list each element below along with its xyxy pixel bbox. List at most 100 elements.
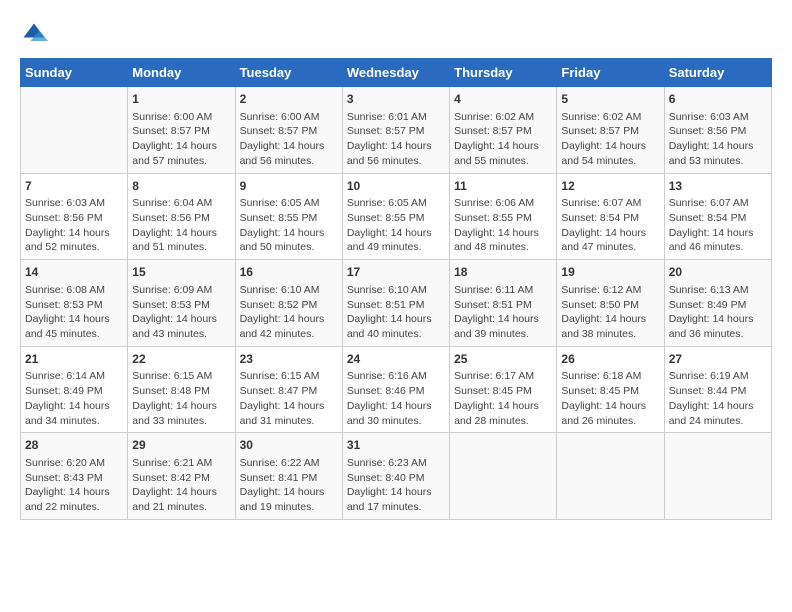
day-number: 1 xyxy=(132,91,230,108)
day-number: 5 xyxy=(561,91,659,108)
header-wednesday: Wednesday xyxy=(342,59,449,87)
week-row-1: 1 Sunrise: 6:00 AM Sunset: 8:57 PM Daylig… xyxy=(21,87,772,174)
day-content: Sunrise: 6:08 AM Sunset: 8:53 PM Dayligh… xyxy=(25,283,123,342)
day-content: Sunrise: 6:15 AM Sunset: 8:47 PM Dayligh… xyxy=(240,369,338,428)
calendar-cell: 22Sunrise: 6:15 AM Sunset: 8:48 PM Dayli… xyxy=(128,346,235,433)
calendar-cell: 18 Sunrise: 6:11 AM Sunset: 8:51 PM Dayli… xyxy=(450,260,557,347)
day-number: 11 xyxy=(454,178,552,195)
day-number: 9 xyxy=(240,178,338,195)
day-number: 30 xyxy=(240,437,338,454)
calendar-cell: 6 Sunrise: 6:03 AM Sunset: 8:56 PM Daylig… xyxy=(664,87,771,174)
day-number: 23 xyxy=(240,351,338,368)
day-number: 28 xyxy=(25,437,123,454)
day-content: Sunrise: 6:04 AM Sunset: 8:56 PM Dayligh… xyxy=(132,196,230,255)
day-content: Sunrise: 6:05 AM Sunset: 8:55 PM Dayligh… xyxy=(240,196,338,255)
day-content: Sunrise: 6:09 AM Sunset: 8:53 PM Dayligh… xyxy=(132,283,230,342)
calendar-cell: 3 Sunrise: 6:01 AM Sunset: 8:57 PM Daylig… xyxy=(342,87,449,174)
logo-icon xyxy=(20,20,48,48)
calendar-cell: 27Sunrise: 6:19 AM Sunset: 8:44 PM Dayli… xyxy=(664,346,771,433)
calendar-cell: 23Sunrise: 6:15 AM Sunset: 8:47 PM Dayli… xyxy=(235,346,342,433)
day-content: Sunrise: 6:13 AM Sunset: 8:49 PM Dayligh… xyxy=(669,283,767,342)
day-number: 10 xyxy=(347,178,445,195)
calendar-cell: 10Sunrise: 6:05 AM Sunset: 8:55 PM Dayli… xyxy=(342,173,449,260)
day-number: 2 xyxy=(240,91,338,108)
calendar-cell: 16 Sunrise: 6:10 AM Sunset: 8:52 PM Dayli… xyxy=(235,260,342,347)
calendar-cell: 29 Sunrise: 6:21 AM Sunset: 8:42 PM Dayli… xyxy=(128,433,235,520)
day-content: Sunrise: 6:10 AM Sunset: 8:51 PM Dayligh… xyxy=(347,283,445,342)
header-saturday: Saturday xyxy=(664,59,771,87)
day-content: Sunrise: 6:21 AM Sunset: 8:42 PM Dayligh… xyxy=(132,456,230,515)
page-header xyxy=(20,20,772,48)
day-number: 14 xyxy=(25,264,123,281)
day-number: 3 xyxy=(347,91,445,108)
day-number: 13 xyxy=(669,178,767,195)
calendar-cell: 17 Sunrise: 6:10 AM Sunset: 8:51 PM Dayli… xyxy=(342,260,449,347)
calendar-cell: 1 Sunrise: 6:00 AM Sunset: 8:57 PM Daylig… xyxy=(128,87,235,174)
calendar-cell: 2 Sunrise: 6:00 AM Sunset: 8:57 PM Daylig… xyxy=(235,87,342,174)
calendar-cell xyxy=(450,433,557,520)
day-content: Sunrise: 6:15 AM Sunset: 8:48 PM Dayligh… xyxy=(132,369,230,428)
day-number: 16 xyxy=(240,264,338,281)
calendar-cell xyxy=(664,433,771,520)
header-row: SundayMondayTuesdayWednesdayThursdayFrid… xyxy=(21,59,772,87)
day-number: 24 xyxy=(347,351,445,368)
calendar-cell: 19 Sunrise: 6:12 AM Sunset: 8:50 PM Dayli… xyxy=(557,260,664,347)
day-number: 15 xyxy=(132,264,230,281)
week-row-5: 28 Sunrise: 6:20 AM Sunset: 8:43 PM Dayli… xyxy=(21,433,772,520)
day-number: 31 xyxy=(347,437,445,454)
day-content: Sunrise: 6:20 AM Sunset: 8:43 PM Dayligh… xyxy=(25,456,123,515)
day-content: Sunrise: 6:10 AM Sunset: 8:52 PM Dayligh… xyxy=(240,283,338,342)
day-number: 22 xyxy=(132,351,230,368)
day-content: Sunrise: 6:07 AM Sunset: 8:54 PM Dayligh… xyxy=(561,196,659,255)
calendar-cell xyxy=(21,87,128,174)
calendar-cell: 15 Sunrise: 6:09 AM Sunset: 8:53 PM Dayli… xyxy=(128,260,235,347)
calendar-cell: 26Sunrise: 6:18 AM Sunset: 8:45 PM Dayli… xyxy=(557,346,664,433)
header-friday: Friday xyxy=(557,59,664,87)
day-content: Sunrise: 6:22 AM Sunset: 8:41 PM Dayligh… xyxy=(240,456,338,515)
calendar-cell: 14 Sunrise: 6:08 AM Sunset: 8:53 PM Dayli… xyxy=(21,260,128,347)
calendar-cell: 13Sunrise: 6:07 AM Sunset: 8:54 PM Dayli… xyxy=(664,173,771,260)
day-content: Sunrise: 6:02 AM Sunset: 8:57 PM Dayligh… xyxy=(454,110,552,169)
day-number: 29 xyxy=(132,437,230,454)
day-content: Sunrise: 6:02 AM Sunset: 8:57 PM Dayligh… xyxy=(561,110,659,169)
day-number: 21 xyxy=(25,351,123,368)
calendar-cell: 20Sunrise: 6:13 AM Sunset: 8:49 PM Dayli… xyxy=(664,260,771,347)
day-content: Sunrise: 6:07 AM Sunset: 8:54 PM Dayligh… xyxy=(669,196,767,255)
day-content: Sunrise: 6:01 AM Sunset: 8:57 PM Dayligh… xyxy=(347,110,445,169)
day-content: Sunrise: 6:03 AM Sunset: 8:56 PM Dayligh… xyxy=(25,196,123,255)
day-number: 4 xyxy=(454,91,552,108)
logo xyxy=(20,20,52,48)
calendar-cell: 9Sunrise: 6:05 AM Sunset: 8:55 PM Daylig… xyxy=(235,173,342,260)
day-content: Sunrise: 6:18 AM Sunset: 8:45 PM Dayligh… xyxy=(561,369,659,428)
calendar-cell: 7Sunrise: 6:03 AM Sunset: 8:56 PM Daylig… xyxy=(21,173,128,260)
day-content: Sunrise: 6:03 AM Sunset: 8:56 PM Dayligh… xyxy=(669,110,767,169)
calendar-cell: 8Sunrise: 6:04 AM Sunset: 8:56 PM Daylig… xyxy=(128,173,235,260)
week-row-4: 21Sunrise: 6:14 AM Sunset: 8:49 PM Dayli… xyxy=(21,346,772,433)
day-content: Sunrise: 6:06 AM Sunset: 8:55 PM Dayligh… xyxy=(454,196,552,255)
calendar-body: 1 Sunrise: 6:00 AM Sunset: 8:57 PM Daylig… xyxy=(21,87,772,520)
calendar-cell: 30 Sunrise: 6:22 AM Sunset: 8:41 PM Dayli… xyxy=(235,433,342,520)
calendar-cell: 31Sunrise: 6:23 AM Sunset: 8:40 PM Dayli… xyxy=(342,433,449,520)
calendar-cell: 24Sunrise: 6:16 AM Sunset: 8:46 PM Dayli… xyxy=(342,346,449,433)
day-number: 18 xyxy=(454,264,552,281)
header-monday: Monday xyxy=(128,59,235,87)
day-number: 7 xyxy=(25,178,123,195)
day-number: 19 xyxy=(561,264,659,281)
day-content: Sunrise: 6:00 AM Sunset: 8:57 PM Dayligh… xyxy=(132,110,230,169)
calendar-cell: 4 Sunrise: 6:02 AM Sunset: 8:57 PM Daylig… xyxy=(450,87,557,174)
day-number: 26 xyxy=(561,351,659,368)
day-number: 6 xyxy=(669,91,767,108)
day-content: Sunrise: 6:11 AM Sunset: 8:51 PM Dayligh… xyxy=(454,283,552,342)
day-content: Sunrise: 6:00 AM Sunset: 8:57 PM Dayligh… xyxy=(240,110,338,169)
day-number: 8 xyxy=(132,178,230,195)
day-content: Sunrise: 6:19 AM Sunset: 8:44 PM Dayligh… xyxy=(669,369,767,428)
day-content: Sunrise: 6:17 AM Sunset: 8:45 PM Dayligh… xyxy=(454,369,552,428)
calendar-table: SundayMondayTuesdayWednesdayThursdayFrid… xyxy=(20,58,772,520)
header-tuesday: Tuesday xyxy=(235,59,342,87)
calendar-cell: 21Sunrise: 6:14 AM Sunset: 8:49 PM Dayli… xyxy=(21,346,128,433)
day-number: 25 xyxy=(454,351,552,368)
calendar-cell xyxy=(557,433,664,520)
day-number: 17 xyxy=(347,264,445,281)
day-content: Sunrise: 6:12 AM Sunset: 8:50 PM Dayligh… xyxy=(561,283,659,342)
calendar-cell: 11Sunrise: 6:06 AM Sunset: 8:55 PM Dayli… xyxy=(450,173,557,260)
